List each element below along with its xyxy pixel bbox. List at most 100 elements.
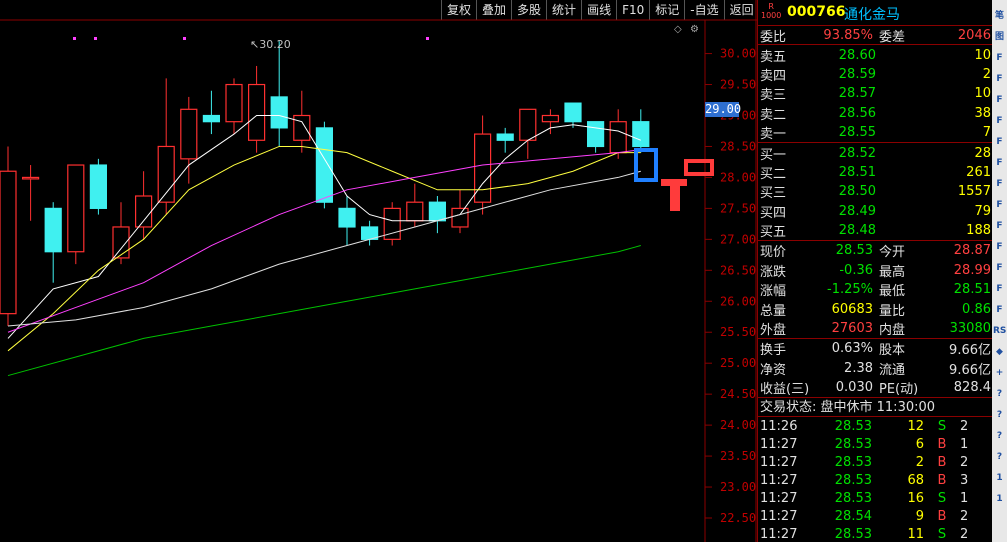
side-tool-icon[interactable]: F bbox=[993, 241, 1006, 254]
candle-body-down bbox=[202, 114, 220, 123]
candle-body-up bbox=[0, 170, 17, 315]
side-tool-icon[interactable]: F bbox=[993, 136, 1006, 149]
bid-row[interactable]: 买五 28.48 188 bbox=[758, 221, 992, 240]
bid-volume: 28 bbox=[974, 145, 991, 161]
candle-body-down bbox=[586, 121, 605, 148]
stock-name[interactable]: 通化金马 bbox=[844, 4, 900, 24]
side-tool-icon[interactable]: F bbox=[993, 220, 1006, 233]
bid-row[interactable]: 买一 28.52 28 bbox=[758, 143, 992, 163]
bid-price: 28.49 bbox=[838, 203, 876, 219]
tick-row[interactable]: 11:27 28.53 2 B 2 bbox=[758, 453, 992, 471]
stat-value: -0.36 bbox=[839, 262, 873, 278]
side-tool-icon[interactable]: 1 bbox=[993, 493, 1006, 506]
tick-time: 11:27 bbox=[760, 454, 798, 470]
candle-body-up bbox=[225, 83, 243, 123]
stat-label: 流通 bbox=[879, 362, 906, 378]
bid-volume: 188 bbox=[966, 223, 991, 239]
side-tool-icon[interactable]: F bbox=[993, 178, 1006, 191]
stat-label: 内盘 bbox=[879, 323, 906, 339]
y-tick-label: 24.00 bbox=[720, 418, 756, 432]
side-tool-icon[interactable]: 1 bbox=[993, 472, 1006, 485]
y-tick-label: 29.50 bbox=[720, 78, 756, 92]
ask-row[interactable]: 卖四 28.59 2 bbox=[758, 65, 992, 84]
stat-label: 股本 bbox=[879, 343, 906, 359]
diamond-icon[interactable]: ◇ bbox=[674, 24, 682, 35]
tick-row[interactable]: 11:27 28.53 68 B 3 bbox=[758, 471, 992, 489]
side-tool-icon[interactable]: F bbox=[993, 115, 1006, 128]
marker-blue-box bbox=[634, 148, 658, 182]
stat-value: 60683 bbox=[831, 301, 873, 317]
side-tool-icon[interactable]: ? bbox=[993, 451, 1006, 464]
ask-price: 28.60 bbox=[838, 47, 876, 63]
candle-body-down bbox=[44, 207, 62, 253]
stat-value: 28.87 bbox=[953, 243, 991, 259]
stat-value: 28.51 bbox=[953, 282, 991, 298]
bid-book: 买一 28.52 28 买二 28.51 261 买三 28.50 1557 买四 28.49… bbox=[758, 143, 992, 242]
side-tool-icon[interactable]: F bbox=[993, 199, 1006, 212]
side-tool-icon[interactable]: ? bbox=[993, 430, 1006, 443]
side-tool-icon[interactable]: + bbox=[993, 367, 1006, 380]
event-dot bbox=[426, 37, 429, 40]
candle bbox=[519, 108, 537, 159]
candlestick-chart[interactable]: 30.00 29.50 29.00 28.50 28.00 27.50 27.00 26.50… bbox=[0, 0, 757, 542]
bid-label: 买五 bbox=[760, 225, 787, 241]
stat-row: 涨跌 -0.36 最高 28.99 bbox=[758, 261, 992, 280]
weibi-value: 93.85% bbox=[823, 27, 873, 43]
side-tool-icon[interactable]: F bbox=[993, 52, 1006, 65]
tick-row[interactable]: 11:27 28.53 16 S 1 bbox=[758, 489, 992, 507]
stat-label: 收益(三) bbox=[760, 382, 810, 398]
y-tick-label: 24.50 bbox=[720, 387, 756, 401]
ask-row[interactable]: 卖一 28.55 7 bbox=[758, 123, 992, 142]
side-tool-icon[interactable]: 图 bbox=[993, 31, 1006, 44]
bid-row[interactable]: 买三 28.50 1557 bbox=[758, 182, 992, 201]
stat-row: 涨幅 -1.25% 最低 28.51 bbox=[758, 280, 992, 299]
ask-row[interactable]: 卖二 28.56 38 bbox=[758, 104, 992, 123]
ask-volume: 2 bbox=[982, 66, 991, 82]
tick-row[interactable]: 11:27 28.53 6 B 1 bbox=[758, 435, 992, 453]
candle bbox=[541, 109, 560, 135]
bid-row[interactable]: 买二 28.51 261 bbox=[758, 163, 992, 182]
ask-row[interactable]: 卖五 28.60 10 bbox=[758, 45, 992, 65]
ask-volume: 38 bbox=[974, 105, 991, 121]
stat-row: 总量 60683 量比 0.86 bbox=[758, 299, 992, 319]
event-dot bbox=[94, 37, 97, 40]
ask-row[interactable]: 卖三 28.57 10 bbox=[758, 84, 992, 103]
candle-body-up bbox=[406, 201, 424, 222]
tick-row[interactable]: 11:26 28.53 12 S 2 bbox=[758, 417, 992, 435]
side-tool-icon[interactable]: F bbox=[993, 73, 1006, 86]
tick-time: 11:27 bbox=[760, 436, 798, 452]
side-tool-icon[interactable]: RS bbox=[993, 325, 1006, 338]
side-tool-icon[interactable]: F bbox=[993, 262, 1006, 275]
stat-value: 9.66亿 bbox=[949, 343, 991, 359]
side-tool-icon[interactable]: F bbox=[993, 283, 1006, 296]
stock-code[interactable]: 000766 bbox=[787, 4, 845, 20]
stat-label: 量比 bbox=[879, 303, 906, 319]
tick-side: S bbox=[937, 418, 947, 434]
side-toolbar: 笔图 F F F F F F F F F F F F F RS ◆ +???? 1 1 bbox=[992, 0, 1007, 542]
stat-label: 今开 bbox=[879, 245, 906, 261]
stat-value: 9.66亿 bbox=[949, 362, 991, 378]
gear-icon[interactable]: ⚙ bbox=[690, 24, 699, 35]
tick-row[interactable]: 11:27 28.54 9 B 2 bbox=[758, 507, 992, 525]
candle bbox=[632, 109, 650, 153]
y-tick-label: 26.50 bbox=[720, 263, 756, 277]
tick-row[interactable]: 11:27 28.53 11 S 2 bbox=[758, 525, 992, 542]
tick-price: 28.53 bbox=[834, 472, 872, 488]
candle-body-up bbox=[67, 164, 85, 253]
side-tool-icon[interactable]: 笔 bbox=[993, 10, 1006, 23]
side-tool-icon[interactable]: F bbox=[993, 157, 1006, 170]
candle bbox=[315, 121, 333, 209]
y-tick-label: 25.50 bbox=[720, 325, 756, 339]
bid-row[interactable]: 买四 28.49 79 bbox=[758, 202, 992, 221]
stat-label: 现价 bbox=[760, 245, 787, 261]
side-tool-icon[interactable]: F bbox=[993, 94, 1006, 107]
side-tool-icon[interactable]: ? bbox=[993, 388, 1006, 401]
tick-count: 2 bbox=[960, 508, 969, 524]
side-tool-icon[interactable]: F bbox=[993, 304, 1006, 317]
side-tool-icon[interactable]: ? bbox=[993, 409, 1006, 422]
side-tool-icon[interactable]: ◆ bbox=[993, 346, 1006, 359]
stock-header: R 1000 000766 通化金马 bbox=[758, 0, 992, 26]
tick-volume: 12 bbox=[907, 418, 924, 434]
marker-red-t-stem bbox=[670, 179, 680, 211]
candle-body-down bbox=[315, 127, 333, 203]
